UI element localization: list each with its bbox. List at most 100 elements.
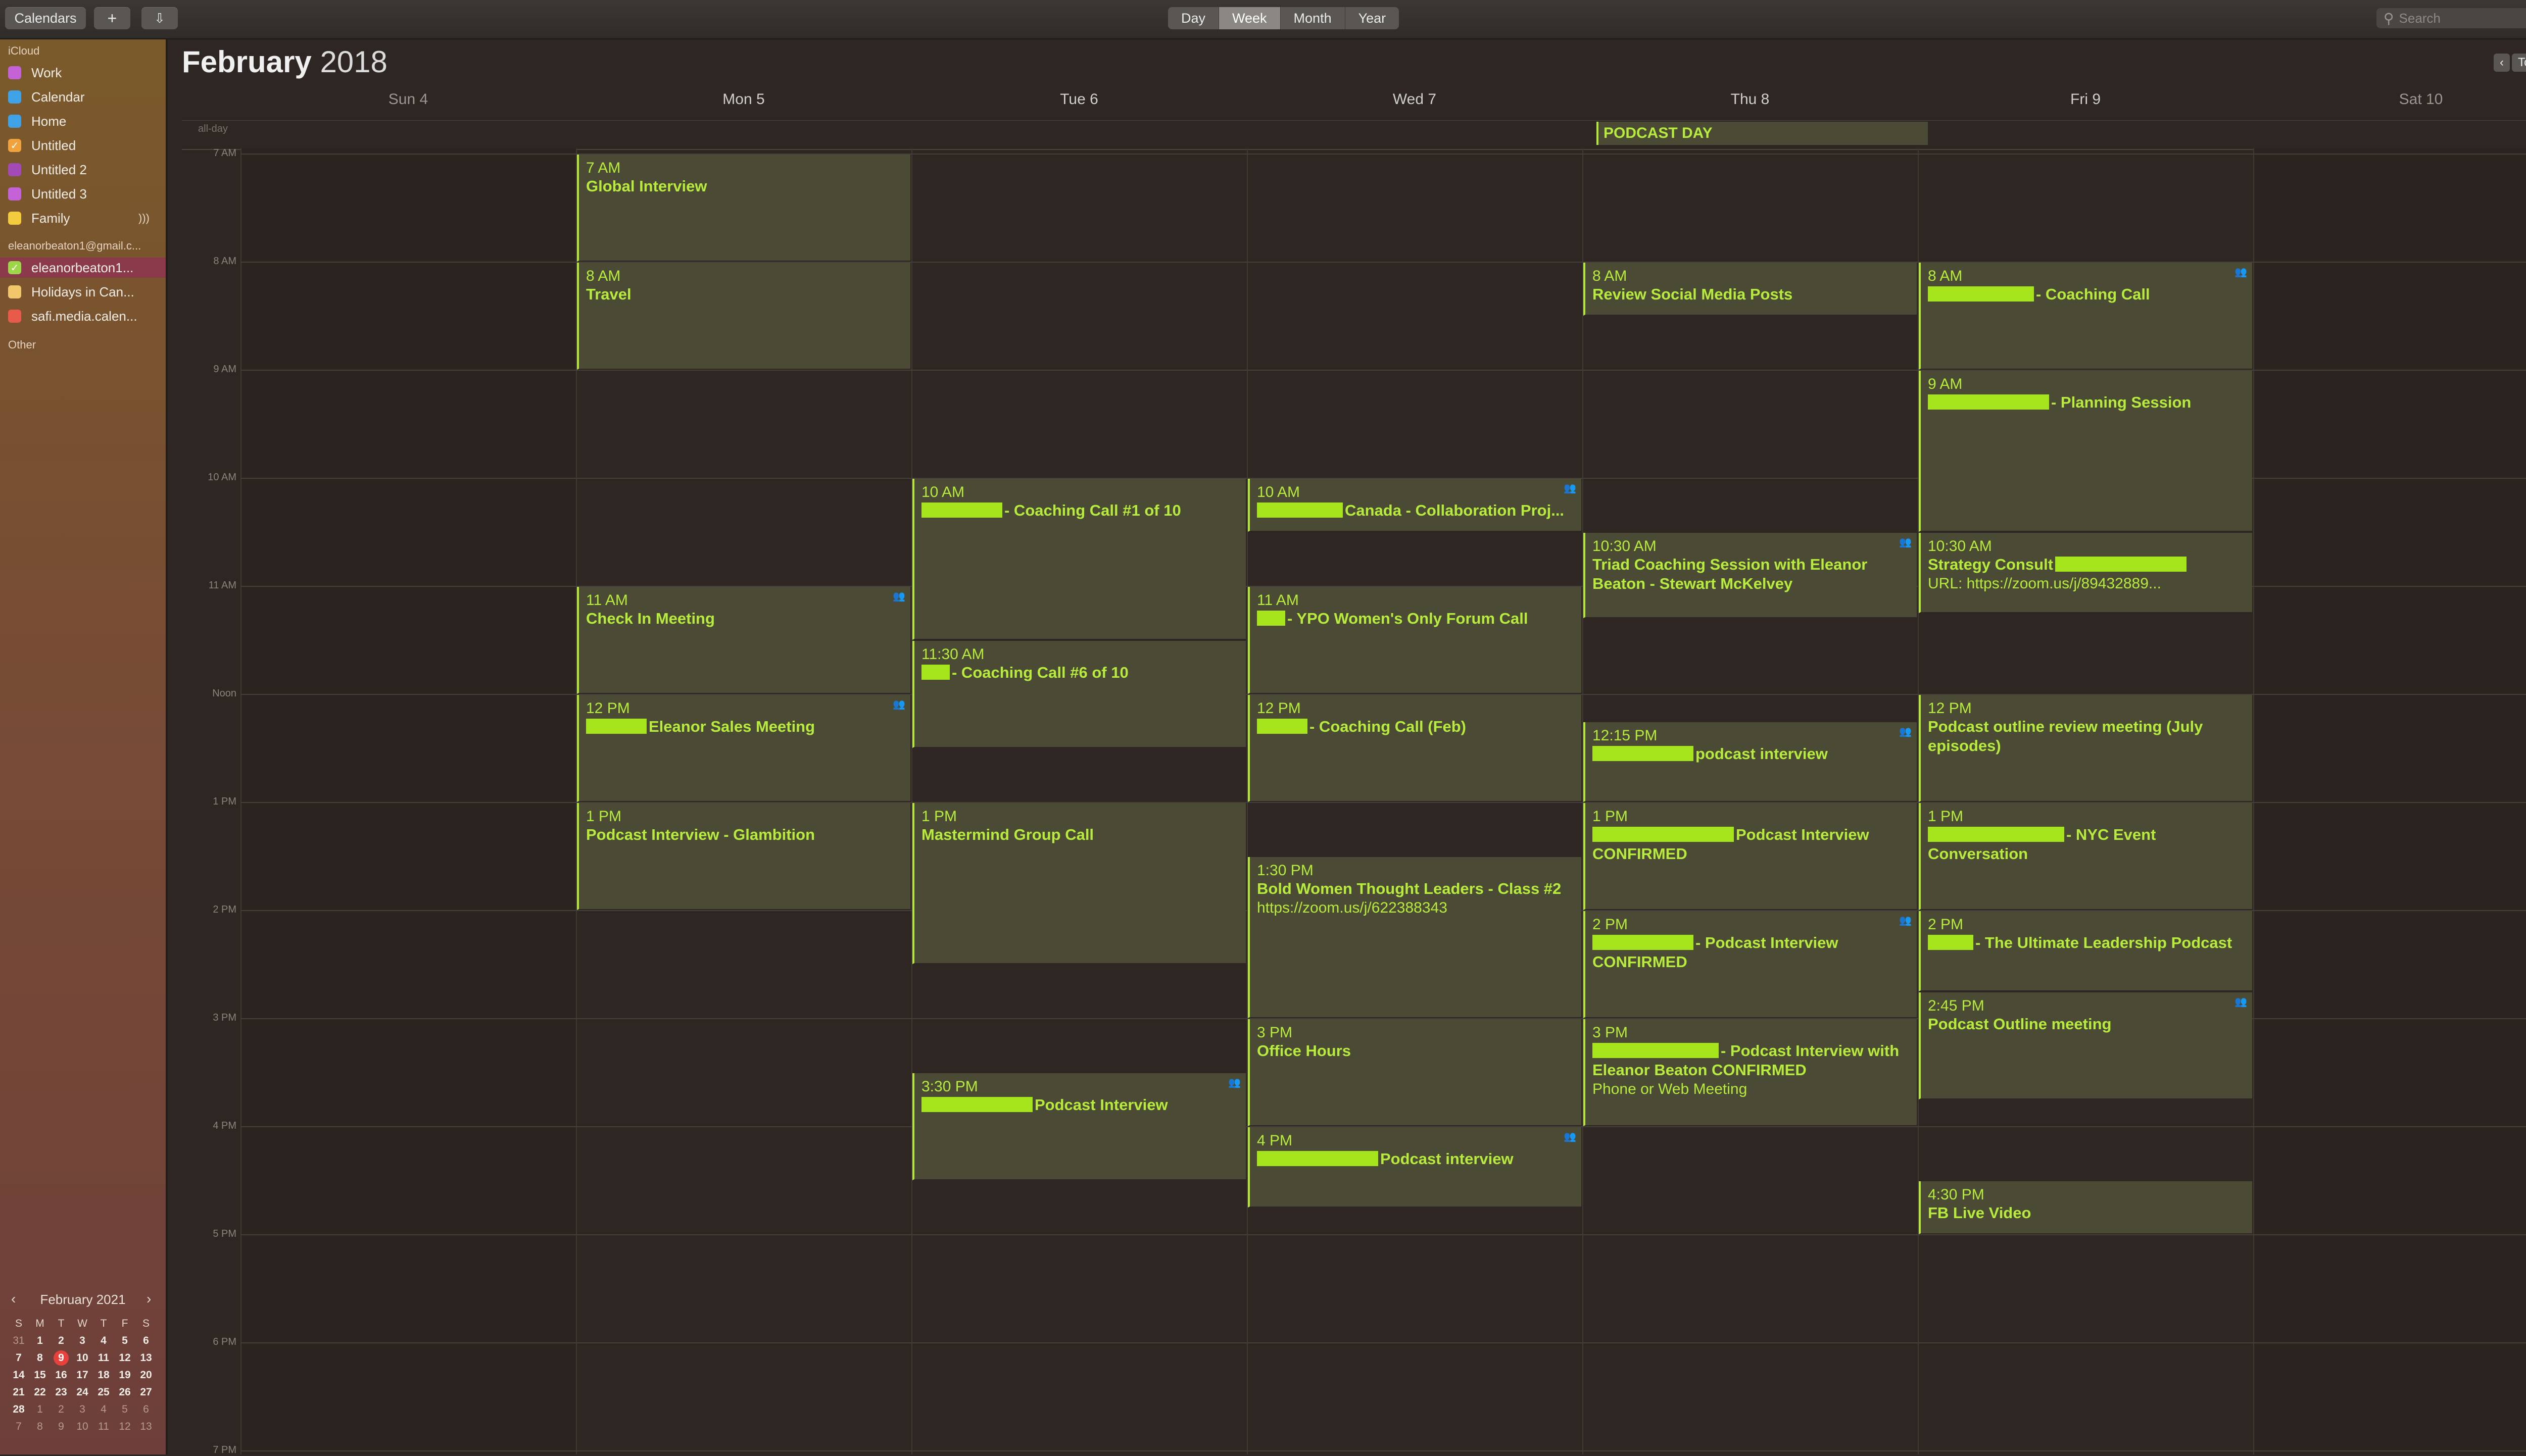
calendar-event[interactable]: 1:30 PM Bold Women Thought Leaders - Clas…: [1248, 857, 1581, 1018]
calendar-item[interactable]: ✓ Untitled: [8, 135, 160, 156]
mini-day[interactable]: 31: [8, 1333, 29, 1348]
mini-day[interactable]: 3: [72, 1333, 93, 1348]
mini-day[interactable]: 13: [135, 1419, 157, 1434]
calendar-event[interactable]: 12 PM - Coaching Call (Feb): [1248, 695, 1581, 802]
calendar-item[interactable]: Untitled 2: [8, 160, 160, 180]
mini-day[interactable]: 12: [114, 1419, 135, 1434]
mini-day[interactable]: 5: [114, 1402, 135, 1417]
day-header[interactable]: Tue 6: [911, 91, 1247, 111]
mini-day[interactable]: 13: [135, 1350, 157, 1366]
mini-day[interactable]: 1: [29, 1333, 51, 1348]
mini-day[interactable]: 11: [93, 1350, 114, 1366]
day-column[interactable]: [240, 148, 576, 1454]
calendar-event[interactable]: 2:45 PM Podcast Outline meeting 👥: [1919, 992, 2252, 1099]
mini-next-icon[interactable]: ›: [147, 1291, 151, 1307]
mini-day[interactable]: 20: [135, 1368, 157, 1383]
mini-day[interactable]: 22: [29, 1385, 51, 1400]
calendar-checkbox[interactable]: [8, 115, 21, 128]
calendar-event[interactable]: 12 PM Podcast outline review meeting (Jul…: [1919, 695, 2252, 802]
calendar-event[interactable]: 10 AM - Coaching Call #1 of 10: [912, 479, 1246, 640]
mini-day[interactable]: 1: [29, 1402, 51, 1417]
prev-week-button[interactable]: ‹: [2493, 54, 2510, 72]
day-header[interactable]: Sun 4: [240, 91, 576, 111]
calendars-button[interactable]: Calendars: [5, 7, 86, 29]
mini-day[interactable]: 25: [93, 1385, 114, 1400]
calendar-event[interactable]: 8 AM - Coaching Call 👥: [1919, 263, 2252, 370]
calendar-event[interactable]: 1 PM - NYC Event Conversation: [1919, 803, 2252, 910]
calendar-checkbox[interactable]: [8, 90, 21, 104]
mini-day[interactable]: 4: [93, 1333, 114, 1348]
mini-day[interactable]: 8: [29, 1350, 51, 1366]
calendar-event[interactable]: 1 PM Podcast Interview - Glambition: [577, 803, 910, 910]
calendar-event[interactable]: 1 PM Podcast Interview CONFIRMED: [1583, 803, 1917, 910]
mini-day[interactable]: 15: [29, 1368, 51, 1383]
calendar-event[interactable]: 11:30 AM - Coaching Call #6 of 10: [912, 641, 1246, 748]
day-header[interactable]: Fri 9: [1918, 91, 2253, 111]
mini-day[interactable]: 23: [51, 1385, 72, 1400]
mini-day[interactable]: 9: [54, 1350, 69, 1366]
calendar-event[interactable]: 3 PM - Podcast Interview with Eleanor Bea…: [1583, 1019, 1917, 1126]
calendar-checkbox[interactable]: [8, 187, 21, 200]
mini-day[interactable]: 6: [135, 1333, 157, 1348]
calendar-item[interactable]: Calendar: [8, 87, 160, 107]
calendar-checkbox[interactable]: [8, 285, 21, 298]
mini-day[interactable]: 9: [51, 1419, 72, 1434]
add-event-button[interactable]: +: [94, 7, 130, 29]
view-month-button[interactable]: Month: [1281, 7, 1345, 29]
all-day-event[interactable]: PODCAST DAY: [1596, 122, 1928, 145]
mini-day[interactable]: 28: [8, 1402, 29, 1417]
calendar-event[interactable]: 8 AM Travel: [577, 263, 910, 370]
mini-day[interactable]: 6: [135, 1402, 157, 1417]
mini-day[interactable]: 17: [72, 1368, 93, 1383]
calendar-event[interactable]: 8 AM Review Social Media Posts: [1583, 263, 1917, 316]
mini-day[interactable]: 12: [114, 1350, 135, 1366]
mini-day[interactable]: 11: [93, 1419, 114, 1434]
calendar-checkbox[interactable]: [8, 310, 21, 323]
mini-day[interactable]: 10: [72, 1419, 93, 1434]
calendar-event[interactable]: 11 AM Check In Meeting 👥: [577, 587, 910, 694]
calendar-item[interactable]: safi.media.calen...: [8, 306, 160, 326]
calendar-event[interactable]: 1 PM Mastermind Group Call: [912, 803, 1246, 964]
mini-day[interactable]: 2: [51, 1333, 72, 1348]
calendar-event[interactable]: 10:30 AM Strategy Consult URL: https://zoo…: [1919, 533, 2252, 613]
view-year-button[interactable]: Year: [1345, 7, 1399, 29]
mini-day[interactable]: 3: [72, 1402, 93, 1417]
mini-day[interactable]: 7: [8, 1419, 29, 1434]
calendar-event[interactable]: 7 AM Global Interview: [577, 155, 910, 262]
calendar-item[interactable]: Holidays in Can...: [8, 282, 160, 302]
calendar-checkbox[interactable]: ✓: [8, 261, 21, 274]
mini-day[interactable]: 7: [8, 1350, 29, 1366]
view-day-button[interactable]: Day: [1168, 7, 1220, 29]
calendar-event[interactable]: 9 AM - Planning Session: [1919, 371, 2252, 532]
mini-day[interactable]: 19: [114, 1368, 135, 1383]
mini-day[interactable]: 16: [51, 1368, 72, 1383]
view-week-button[interactable]: Week: [1219, 7, 1281, 29]
search-field[interactable]: ⚲ Search: [2376, 8, 2526, 28]
calendar-event[interactable]: 11 AM - YPO Women's Only Forum Call: [1248, 587, 1581, 694]
day-header[interactable]: Mon 5: [576, 91, 911, 111]
search-input[interactable]: Search: [2399, 11, 2441, 26]
day-column[interactable]: [911, 148, 1247, 1454]
calendar-checkbox[interactable]: [8, 66, 21, 79]
calendar-event[interactable]: 3 PM Office Hours: [1248, 1019, 1581, 1126]
mini-day[interactable]: 24: [72, 1385, 93, 1400]
day-header[interactable]: Sat 10: [2253, 91, 2526, 111]
all-day-row[interactable]: PODCAST DAY: [182, 120, 2526, 150]
day-column[interactable]: [2253, 148, 2526, 1454]
calendar-event[interactable]: 4 PM Podcast interview 👥: [1248, 1127, 1581, 1208]
day-header[interactable]: Wed 7: [1247, 91, 1582, 111]
calendar-item[interactable]: ✓ eleanorbeaton1...: [0, 258, 166, 278]
mini-day[interactable]: 2: [51, 1402, 72, 1417]
calendar-event[interactable]: 10:30 AM Triad Coaching Session with Elea…: [1583, 533, 1917, 619]
calendar-checkbox[interactable]: [8, 163, 21, 176]
calendar-event[interactable]: 12:15 PM podcast interview 👥: [1583, 722, 1917, 802]
calendar-event[interactable]: 2 PM - Podcast Interview CONFIRMED 👥: [1583, 911, 1917, 1018]
calendar-item[interactable]: Home: [8, 111, 160, 131]
calendar-event[interactable]: 2 PM - The Ultimate Leadership Podcast: [1919, 911, 2252, 991]
mini-prev-icon[interactable]: ‹: [11, 1291, 16, 1307]
mini-day[interactable]: 18: [93, 1368, 114, 1383]
mini-day[interactable]: 8: [29, 1419, 51, 1434]
calendar-item[interactable]: Work: [8, 63, 160, 83]
mini-day[interactable]: 27: [135, 1385, 157, 1400]
today-button[interactable]: Today: [2511, 54, 2526, 72]
